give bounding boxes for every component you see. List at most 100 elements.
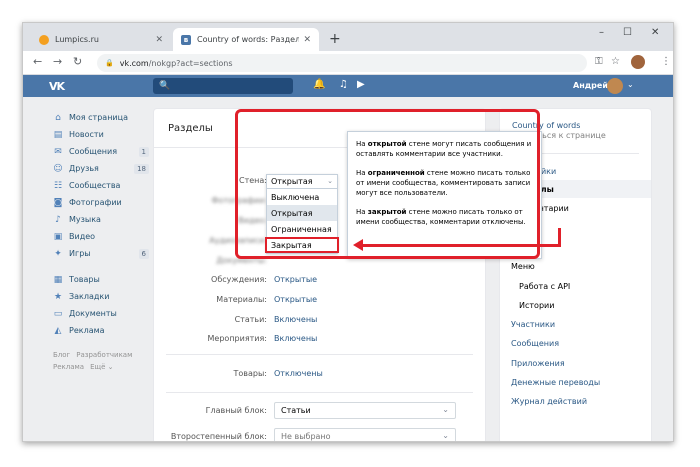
url-input[interactable]: 🔒 vk.com/nokgp?act=sections [97, 54, 587, 72]
documents-icon: ▭ [53, 308, 63, 319]
setting-label: Второстепенный блок: [170, 432, 267, 441]
setting-value-link[interactable]: Открытые [274, 275, 317, 284]
news-icon: ▤ [53, 129, 63, 140]
sidebar-item-label: Моя страница [69, 113, 128, 122]
wall-type-dropdown[interactable]: Открытая ⌄ Выключена Открытая Ограниченна… [265, 174, 339, 254]
dropdown-current-value[interactable]: Открытая ⌄ [267, 175, 337, 189]
wall-type-tooltip: На открытой стене могут писать сообщения… [347, 131, 542, 259]
setting-value-link[interactable]: Открытые [274, 295, 317, 304]
community-name[interactable]: Country of words [512, 121, 606, 131]
sidebar-item-label: Реклама [69, 326, 105, 335]
tab-bar: Lumpics.ru ✕ в Country of words: Разделы… [23, 23, 673, 51]
sidebar-item-label: Закладки [69, 292, 110, 301]
dropdown-current-label: Открытая [271, 177, 313, 186]
sidebar-item-games[interactable]: ✦ Игры 6 [53, 245, 149, 262]
video-icon: ▣ [53, 231, 63, 242]
close-window-button[interactable]: ✕ [651, 27, 659, 38]
secondary-block-select[interactable]: Не выбрано ⌄ [274, 428, 456, 441]
rnav-item-messages[interactable]: Сообщения [500, 334, 651, 352]
rnav-item-stories[interactable]: Истории [500, 296, 651, 314]
dropdown-option-limited[interactable]: Ограниченная [267, 221, 337, 237]
sidebar-item-label: Товары [69, 275, 100, 284]
vk-logo[interactable]: VK [49, 80, 65, 93]
sidebar-item-news[interactable]: ▤ Новости [53, 126, 149, 143]
rnav-item-members[interactable]: Участники [500, 315, 651, 333]
rnav-item-api[interactable]: Работа с API [500, 277, 651, 295]
setting-label: Обсуждения: [211, 275, 267, 284]
setting-label: Статьи: [234, 315, 267, 324]
setting-row-discussions: Обсуждения: Открытые [154, 275, 485, 289]
setting-label: Мероприятия: [207, 334, 267, 343]
footer-link-ads[interactable]: Реклама [53, 363, 84, 371]
setting-row-goods: Товары: Отключены [154, 369, 485, 383]
rnav-item-menu[interactable]: Меню [500, 257, 651, 275]
annotation-arrow-line [360, 244, 561, 247]
sidebar-footer: Блог Разработчикам Реклама Ещё ⌄ [53, 349, 149, 373]
sidebar-item-my-page[interactable]: ⌂ Моя страница [53, 109, 149, 126]
close-tab-icon[interactable]: ✕ [155, 35, 163, 45]
sidebar-item-video[interactable]: ▣ Видео [53, 228, 149, 245]
music-icon[interactable]: ♫ [339, 79, 348, 90]
friends-icon: ☺ [53, 163, 63, 174]
page-title: Разделы [168, 123, 213, 134]
setting-label: Главный блок: [205, 406, 267, 415]
lock-icon: 🔒 [105, 59, 114, 67]
rnav-item-apps[interactable]: Приложения [500, 354, 651, 372]
select-value: Не выбрано [281, 432, 331, 441]
url-host: vk.com [119, 58, 149, 68]
bell-icon[interactable]: 🔔 [313, 79, 325, 90]
close-tab-icon[interactable]: ✕ [303, 35, 311, 45]
chevron-down-icon: ⌄ [442, 405, 449, 414]
setting-value-link[interactable]: Включены [274, 334, 317, 343]
sidebar-item-messages[interactable]: ✉ Сообщения 1 [53, 143, 149, 160]
footer-link-more[interactable]: Ещё ⌄ [90, 363, 113, 371]
setting-row-materials: Материалы: Открытые [154, 295, 485, 309]
sidebar-item-documents[interactable]: ▭ Документы [53, 305, 149, 322]
menu-dots-icon[interactable]: ⋮ [661, 56, 671, 67]
back-arrow-icon[interactable]: ← [33, 55, 42, 68]
maximize-button[interactable]: ☐ [623, 27, 632, 38]
sidebar-item-music[interactable]: ♪ Музыка [53, 211, 149, 228]
dropdown-option-closed[interactable]: Закрытая [265, 237, 339, 253]
avatar[interactable] [607, 78, 623, 94]
footer-link-developers[interactable]: Разработчикам [76, 351, 132, 359]
sidebar-item-ads[interactable]: ◭ Реклама [53, 322, 149, 339]
tooltip-paragraph-closed: На закрытой стене можно писать только от… [356, 207, 533, 227]
play-icon[interactable]: ▶ [357, 79, 365, 90]
annotation-arrow-connector [558, 228, 561, 247]
star-icon[interactable]: ☆ [611, 56, 620, 67]
minimize-button[interactable]: – [599, 27, 604, 38]
sidebar-item-goods[interactable]: ▦ Товары [53, 271, 149, 288]
divider [166, 354, 473, 355]
communities-icon: ☷ [53, 180, 63, 191]
main-block-select[interactable]: Статьи ⌄ [274, 402, 456, 419]
tooltip-paragraph-open: На открытой стене могут писать сообщения… [356, 139, 533, 159]
address-bar: ← → ↻ 🔒 vk.com/nokgp?act=sections ⚿ ☆ ⋮ [23, 51, 673, 75]
chevron-down-icon[interactable]: ⌄ [627, 80, 634, 89]
dropdown-option-open[interactable]: Открытая [267, 205, 337, 221]
annotation-arrow-head-icon [353, 239, 363, 251]
sidebar-item-bookmarks[interactable]: ★ Закладки [53, 288, 149, 305]
sidebar-item-communities[interactable]: ☷ Сообщества [53, 177, 149, 194]
key-icon[interactable]: ⚿ [595, 56, 603, 67]
rnav-item-action-log[interactable]: Журнал действий [500, 392, 651, 410]
dropdown-option-disabled[interactable]: Выключена [267, 189, 337, 205]
forward-arrow-icon[interactable]: → [53, 55, 62, 68]
reload-icon[interactable]: ↻ [73, 55, 82, 68]
tab-country-of-words[interactable]: в Country of words: Разделы ✕ [173, 28, 319, 51]
setting-label: Документы: [216, 256, 267, 265]
vk-search-input[interactable]: 🔍 [153, 78, 293, 94]
vk-header: VK 🔍 🔔 ♫ ▶ Андрей ⌄ [23, 75, 673, 97]
sidebar-item-photos[interactable]: ◙ Фотографии [53, 194, 149, 211]
sidebar-item-friends[interactable]: ☺ Друзья 18 [53, 160, 149, 177]
setting-value-link[interactable]: Отключены [274, 369, 323, 378]
footer-link-blog[interactable]: Блог [53, 351, 70, 359]
tab-lumpics[interactable]: Lumpics.ru ✕ [31, 28, 171, 51]
user-name[interactable]: Андрей [573, 81, 608, 90]
setting-value-link[interactable]: Включены [274, 315, 317, 324]
rnav-item-money-transfers[interactable]: Денежные переводы [500, 373, 651, 391]
bookmarks-icon: ★ [53, 291, 63, 302]
profile-avatar[interactable] [631, 55, 645, 69]
new-tab-button[interactable]: + [329, 31, 341, 47]
setting-label: Материалы: [216, 295, 267, 304]
